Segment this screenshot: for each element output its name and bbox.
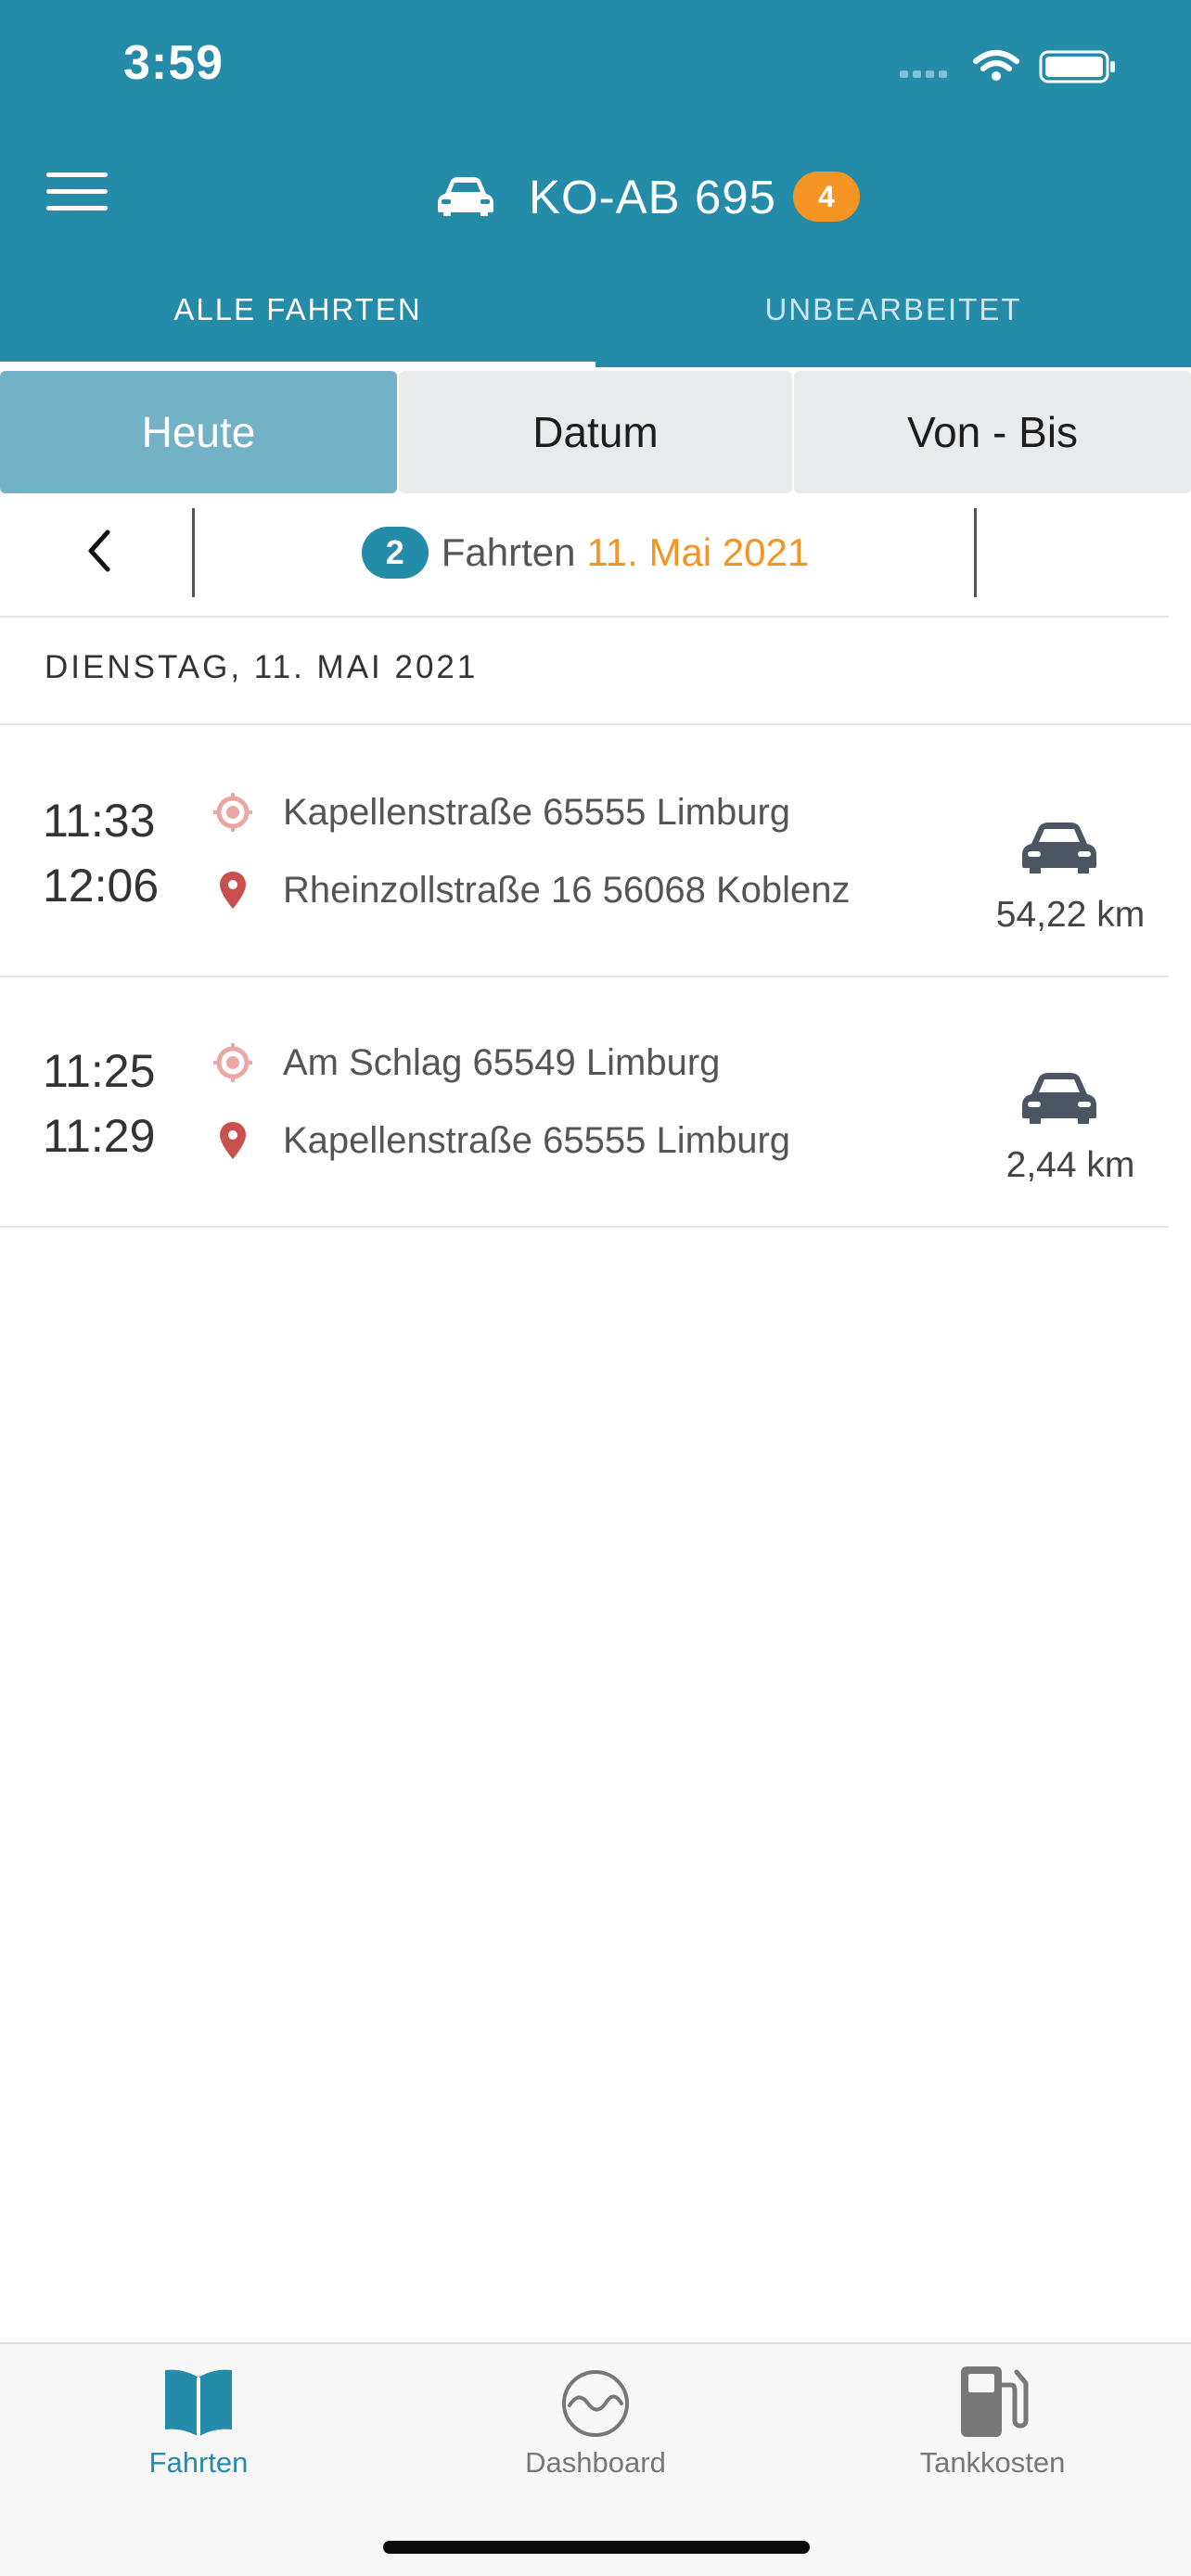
wifi-icon bbox=[973, 50, 1019, 71]
tabbar-label-trips: Fahrten bbox=[148, 2446, 249, 2479]
divider bbox=[974, 508, 977, 597]
segment-today[interactable]: Heute bbox=[0, 371, 397, 493]
active-tab-indicator bbox=[0, 362, 596, 367]
tab-unprocessed[interactable]: UNBEARBEITET bbox=[596, 252, 1191, 367]
status-icons bbox=[900, 50, 1115, 83]
book-icon bbox=[165, 2369, 232, 2437]
tabbar-label-fuel: Tankkosten bbox=[919, 2446, 1066, 2479]
car-icon bbox=[1022, 1073, 1096, 1124]
tabbar-label-dashboard: Dashboard bbox=[525, 2446, 666, 2479]
trip-end-time: 11:29 bbox=[43, 1110, 156, 1162]
car-icon bbox=[1022, 823, 1096, 874]
battery-icon bbox=[1039, 50, 1115, 83]
trip-to-address: Rheinzollstraße 16 56068 Koblenz bbox=[283, 870, 851, 911]
trip-to-address: Kapellenstraße 65555 Limburg bbox=[283, 1120, 791, 1161]
unprocessed-count-badge: 4 bbox=[792, 172, 860, 222]
signal-icon bbox=[900, 70, 947, 78]
trip-from-address: Kapellenstraße 65555 Limburg bbox=[283, 792, 791, 833]
trip-row[interactable] bbox=[0, 725, 1191, 976]
chevron-left-icon[interactable] bbox=[83, 527, 115, 575]
location-pin-icon bbox=[220, 872, 246, 909]
start-marker-icon bbox=[213, 1043, 252, 1082]
trip-row[interactable] bbox=[0, 977, 1191, 1226]
home-indicator bbox=[383, 2541, 810, 2554]
trip-distance: 54,22 km bbox=[995, 895, 1146, 935]
trip-end-time: 12:06 bbox=[43, 860, 160, 912]
day-header: DIENSTAG, 11. MAI 2021 bbox=[45, 649, 479, 685]
vehicle-selector[interactable]: KO-AB 695 4 bbox=[436, 159, 860, 234]
status-time: 3:59 bbox=[123, 36, 224, 90]
tab-all-trips[interactable]: ALLE FAHRTEN bbox=[0, 252, 596, 367]
trips-label: Fahrten bbox=[441, 530, 576, 574]
segment-range[interactable]: Von - Bis bbox=[794, 371, 1191, 493]
trip-start-time: 11:25 bbox=[43, 1045, 156, 1097]
divider bbox=[0, 616, 1169, 618]
fuel-pump-icon bbox=[961, 2366, 1029, 2437]
page-title: KO-AB 695 bbox=[529, 170, 776, 223]
trip-start-time: 11:33 bbox=[43, 795, 156, 847]
divider bbox=[0, 1226, 1169, 1228]
trip-count-badge: 2 bbox=[361, 527, 429, 579]
menu-button[interactable] bbox=[46, 172, 108, 211]
start-marker-icon bbox=[213, 793, 252, 832]
trip-from-address: Am Schlag 65549 Limburg bbox=[283, 1042, 721, 1083]
segment-date[interactable]: Datum bbox=[399, 371, 792, 493]
car-icon bbox=[438, 177, 493, 216]
selected-date: 11. Mai 2021 bbox=[586, 530, 810, 574]
location-pin-icon bbox=[220, 1122, 246, 1159]
date-summary: 2 Fahrten 11. Mai 2021 bbox=[195, 508, 976, 597]
dashboard-icon bbox=[562, 2370, 629, 2437]
trip-distance: 2,44 km bbox=[1005, 1145, 1135, 1185]
